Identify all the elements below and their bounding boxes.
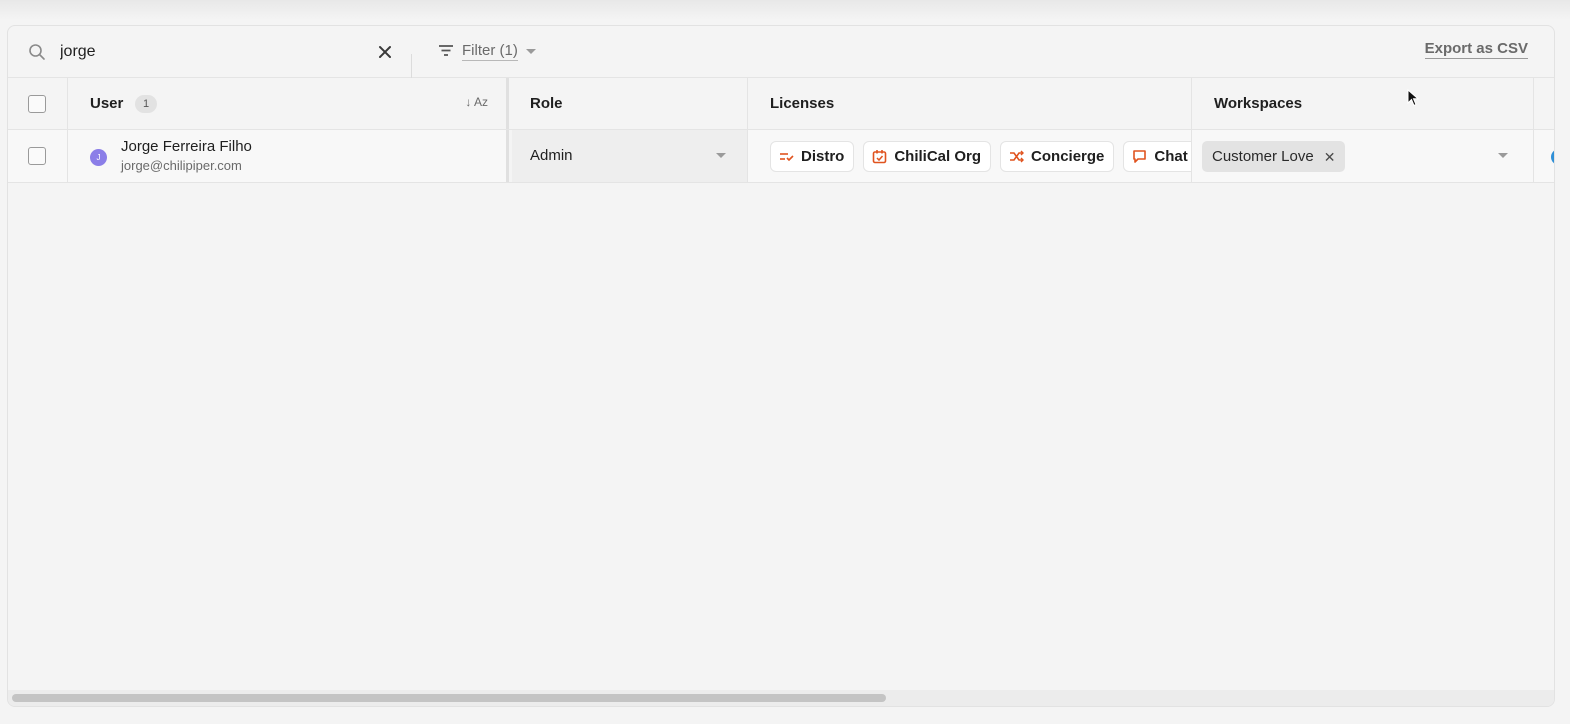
table-toolbar: Filter (1) Export as CSV: [8, 26, 1554, 78]
license-label: Chat: [1154, 148, 1188, 165]
sort-az-button[interactable]: ↓ Az: [465, 95, 488, 109]
license-chip-distro[interactable]: Distro: [770, 141, 855, 172]
export-csv-link[interactable]: Export as CSV: [1424, 40, 1528, 59]
table-row[interactable]: J Jorge Ferreira Filho jorge@chilipiper.…: [8, 130, 1554, 183]
clear-search-button[interactable]: [374, 41, 396, 63]
close-icon: [379, 46, 391, 58]
header-role-cell: Role: [512, 78, 748, 129]
role-column-header: Role: [530, 95, 563, 112]
search-divider: [411, 54, 412, 78]
filter-label: Filter (1): [462, 41, 518, 61]
license-label: Concierge: [1031, 148, 1105, 165]
integration-icon: [1551, 149, 1554, 165]
header-select-cell: [8, 78, 68, 129]
row-checkbox[interactable]: [28, 147, 46, 165]
header-workspaces-cell: Workspaces: [1192, 78, 1534, 129]
shuffle-icon: [1010, 150, 1025, 163]
user-count-badge: 1: [135, 95, 157, 113]
search-icon: [29, 44, 45, 60]
table-header: User 1 ↓ Az Role Licenses Workspaces: [8, 78, 1554, 130]
license-label: ChiliCal Org: [894, 148, 982, 165]
chevron-down-icon: [525, 49, 536, 54]
chevron-down-icon: [716, 153, 726, 158]
filter-button[interactable]: Filter (1): [438, 38, 536, 64]
header-licenses-cell: Licenses: [748, 78, 1192, 129]
chat-icon: [1133, 150, 1147, 163]
app-window: Filter (1) Export as CSV User 1 ↓ Az Rol…: [0, 0, 1570, 724]
header-user-cell[interactable]: User 1 ↓ Az: [68, 78, 509, 129]
user-column-header: User: [90, 95, 124, 112]
workspace-label: Customer Love: [1212, 148, 1314, 165]
row-role-cell[interactable]: Admin: [512, 130, 748, 182]
distro-icon: [780, 153, 794, 162]
row-user-cell: J Jorge Ferreira Filho jorge@chilipiper.…: [68, 130, 509, 182]
close-icon: ✕: [1323, 148, 1336, 165]
workspace-chip: Customer Love ✕: [1202, 141, 1346, 172]
horizontal-scrollbar[interactable]: [8, 690, 1554, 706]
row-select-cell: [8, 130, 68, 182]
license-chip-chat[interactable]: Chat: [1123, 141, 1191, 172]
header-more-cell: [1534, 78, 1554, 129]
role-select[interactable]: Admin: [530, 147, 573, 164]
chevron-down-icon[interactable]: [1498, 153, 1508, 158]
row-more-cell: [1534, 130, 1554, 182]
users-table-panel: Filter (1) Export as CSV User 1 ↓ Az Rol…: [7, 25, 1555, 707]
license-chip-chilical-org[interactable]: ChiliCal Org: [863, 141, 992, 172]
filter-icon: [439, 45, 453, 56]
avatar: J: [90, 149, 107, 166]
licenses-column-header: Licenses: [770, 95, 835, 112]
license-chip-concierge[interactable]: Concierge: [1000, 141, 1115, 172]
user-email: jorge@chilipiper.com: [121, 158, 242, 173]
calendar-icon: [873, 150, 887, 164]
workspaces-column-header: Workspaces: [1214, 95, 1303, 112]
row-workspaces-cell[interactable]: Customer Love ✕: [1192, 130, 1534, 182]
license-chip-list: Distro ChiliCal Org Concierge Chat: [770, 141, 1191, 172]
select-all-checkbox[interactable]: [28, 95, 46, 113]
remove-workspace-button[interactable]: ✕: [1324, 150, 1336, 164]
search-input[interactable]: [60, 39, 360, 65]
mouse-cursor-icon: [1407, 89, 1419, 107]
row-licenses-cell: Distro ChiliCal Org Concierge Chat: [748, 130, 1192, 182]
user-name: Jorge Ferreira Filho: [121, 138, 252, 155]
license-label: Distro: [801, 148, 845, 165]
scrollbar-thumb[interactable]: [12, 694, 886, 702]
